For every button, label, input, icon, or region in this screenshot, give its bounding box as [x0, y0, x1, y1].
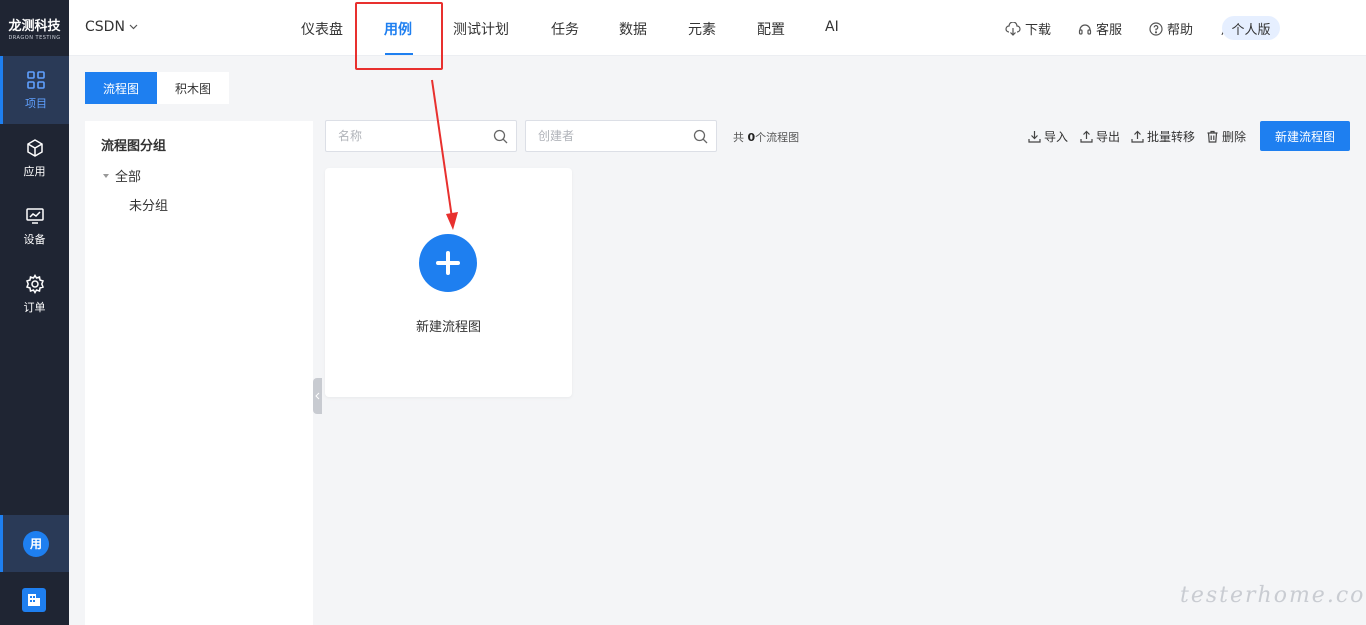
import-icon	[1028, 131, 1041, 143]
creator-search-box	[525, 120, 717, 152]
import-button[interactable]: 导入	[1028, 128, 1068, 145]
group-panel: 流程图分组 全部 未分组	[85, 121, 313, 625]
delete-button[interactable]: 删除	[1206, 128, 1246, 145]
group-panel-title: 流程图分组	[101, 139, 167, 154]
cloud-download-icon	[1005, 21, 1021, 36]
count-value: 0	[747, 131, 756, 144]
watermark: testerhome.com	[1180, 583, 1366, 608]
sidebar-item-order[interactable]: 订单	[0, 260, 69, 328]
tab-test-plan[interactable]: 测试计划	[453, 19, 509, 39]
help-label: 帮助	[1167, 23, 1194, 38]
help-circle-icon	[1149, 21, 1163, 36]
export-button[interactable]: 导出	[1080, 128, 1120, 145]
plus-icon[interactable]	[419, 234, 477, 292]
tab-task[interactable]: 任务	[551, 19, 579, 39]
new-flowchart-button[interactable]: 新建流程图	[1260, 121, 1350, 151]
monitor-icon	[24, 205, 46, 227]
new-card-label: 新建流程图	[415, 320, 481, 335]
count-suffix: 个流程图	[755, 131, 800, 144]
download-label: 下载	[1025, 23, 1052, 38]
building-icon[interactable]	[22, 588, 46, 612]
sidebar-item-project[interactable]: 项目	[0, 56, 69, 124]
name-search-input[interactable]	[326, 121, 476, 151]
tab-dashboard[interactable]: 仪表盘	[301, 19, 343, 39]
sidebar-item-label: 应用	[23, 165, 46, 178]
sidebar-item-app[interactable]: 应用	[0, 124, 69, 192]
caret-down-icon[interactable]	[103, 173, 109, 178]
tree-node-all[interactable]: 全部	[103, 166, 141, 185]
import-label: 导入	[1044, 130, 1069, 144]
view-toggle: 流程图 积木图	[85, 72, 229, 104]
delete-label: 删除	[1222, 130, 1247, 144]
tree-node-ungrouped[interactable]: 未分组	[129, 195, 168, 214]
batch-move-button[interactable]: 批量转移	[1131, 128, 1195, 145]
tab-testcase[interactable]: 用例	[384, 19, 412, 39]
transfer-icon	[1131, 130, 1144, 143]
tab-config[interactable]: 配置	[757, 19, 785, 39]
brand-logo: 龙测科技 DRAGON TESTING	[0, 0, 69, 56]
tab-data[interactable]: 数据	[619, 19, 647, 39]
download-button[interactable]: 下载	[1005, 19, 1051, 38]
cube-icon	[24, 137, 46, 159]
chevron-down-icon	[129, 24, 138, 30]
tree-node-label: 全部	[115, 170, 142, 185]
project-selector[interactable]: CSDN	[85, 19, 138, 35]
avatar[interactable]: 用	[23, 530, 49, 557]
flowchart-count: 共 0个流程图	[733, 129, 799, 145]
export-icon	[1080, 130, 1093, 143]
tab-ai[interactable]: AI	[825, 19, 839, 35]
name-search-box	[325, 120, 517, 152]
toggle-flowchart[interactable]: 流程图	[85, 72, 157, 104]
edition-badge[interactable]: 个人版	[1222, 16, 1280, 40]
sidebar-item-label: 设备	[23, 233, 46, 246]
count-prefix: 共	[733, 131, 748, 144]
sidebar-item-label: 订单	[23, 301, 46, 314]
brand-name-cn: 龙测科技	[8, 19, 61, 34]
chevron-left-icon	[315, 392, 320, 400]
export-label: 导出	[1096, 130, 1121, 144]
trash-icon	[1207, 130, 1218, 143]
user-avatar-slot[interactable]: 用	[0, 515, 69, 572]
active-tab-indicator	[385, 53, 413, 55]
brand-name-en: DRAGON TESTING	[8, 35, 61, 41]
grid-icon	[25, 69, 47, 91]
help-button[interactable]: 帮助	[1149, 19, 1193, 38]
toggle-blocks[interactable]: 积木图	[157, 72, 229, 104]
project-name: CSDN	[85, 19, 125, 35]
batch-move-label: 批量转移	[1147, 130, 1196, 144]
service-label: 客服	[1096, 23, 1123, 38]
tab-element[interactable]: 元素	[688, 19, 716, 39]
headset-icon	[1078, 23, 1092, 35]
sidebar-item-label: 项目	[25, 97, 47, 110]
new-flowchart-card[interactable]: 新建流程图	[325, 168, 572, 397]
creator-search-input[interactable]	[526, 121, 676, 151]
search-icon[interactable]	[493, 129, 508, 144]
search-icon[interactable]	[693, 129, 708, 144]
gear-icon	[24, 273, 46, 295]
panel-collapse-handle[interactable]	[313, 378, 322, 414]
sidebar-item-device[interactable]: 设备	[0, 192, 69, 260]
service-button[interactable]: 客服	[1078, 19, 1122, 38]
